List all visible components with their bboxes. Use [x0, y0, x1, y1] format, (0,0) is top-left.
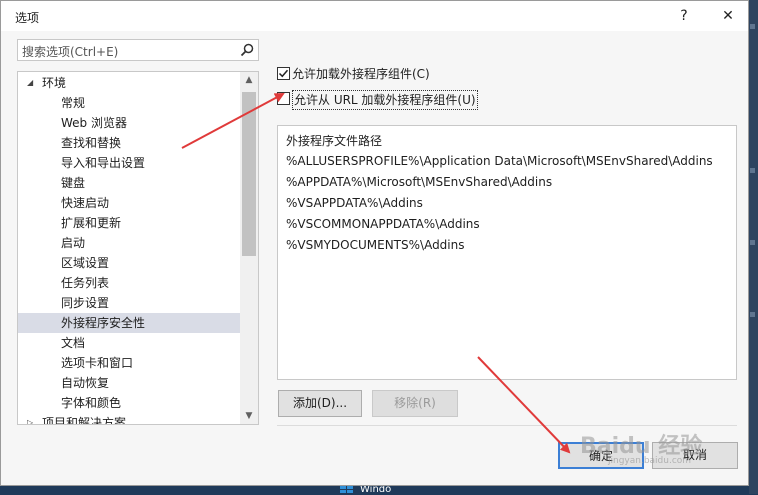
- remove-button[interactable]: 移除(R): [372, 390, 458, 417]
- options-dialog: 选项 ? ✕ 搜索选项(Ctrl+E) ◢ 环境 常规 Web 浏览器 查找和替…: [0, 0, 749, 486]
- allow-load-checkbox[interactable]: [277, 67, 290, 80]
- tree-item-quick-launch[interactable]: 快速启动: [18, 193, 240, 213]
- divider: [277, 425, 737, 426]
- options-tree: ◢ 环境 常规 Web 浏览器 查找和替换 导入和导出设置 键盘 快速启动 扩展…: [17, 71, 259, 425]
- list-item[interactable]: %VSMYDOCUMENTS%\Addins: [286, 238, 465, 252]
- tree-item-extensions[interactable]: 扩展和更新: [18, 213, 240, 233]
- list-item[interactable]: %VSAPPDATA%\Addins: [286, 196, 423, 210]
- tree-scrollbar[interactable]: ▲ ▼: [240, 72, 258, 424]
- scroll-thumb[interactable]: [242, 92, 256, 256]
- tree-item-keyboard[interactable]: 键盘: [18, 173, 240, 193]
- tree-item-addin-security[interactable]: 外接程序安全性: [18, 313, 240, 333]
- collapse-arrow-icon[interactable]: ▷: [27, 413, 33, 424]
- search-icon[interactable]: [240, 43, 254, 57]
- background-strip: [749, 0, 758, 494]
- tree-item-fonts-colors[interactable]: 字体和颜色: [18, 393, 240, 413]
- checkmark-icon: [278, 69, 289, 78]
- list-item[interactable]: %ALLUSERSPROFILE%\Application Data\Micro…: [286, 154, 713, 168]
- list-item[interactable]: %VSCOMMONAPPDATA%\Addins: [286, 217, 480, 231]
- scroll-down-icon[interactable]: ▼: [240, 408, 258, 424]
- addin-path-list[interactable]: 外接程序文件路径 %ALLUSERSPROFILE%\Application D…: [277, 125, 737, 380]
- tree-item-label: 环境: [42, 76, 67, 90]
- tree-item-startup[interactable]: 启动: [18, 233, 240, 253]
- tree-item-environment[interactable]: ◢ 环境: [18, 73, 240, 93]
- list-item[interactable]: %APPDATA%\Microsoft\MSEnvShared\Addins: [286, 175, 552, 189]
- baidu-watermark-url: jingyan.baidu.com: [608, 456, 692, 466]
- tree-item-label: 项目和解决方案: [42, 416, 127, 425]
- search-input[interactable]: 搜索选项(Ctrl+E): [17, 39, 259, 61]
- tree-item-autorecover[interactable]: 自动恢复: [18, 373, 240, 393]
- dialog-title: 选项: [15, 11, 40, 25]
- path-list-header: 外接程序文件路径: [286, 134, 383, 148]
- close-button[interactable]: ✕: [717, 6, 739, 26]
- windows-logo-icon: [340, 486, 354, 494]
- allow-url-label: 允许从 URL 加载外接程序组件(U): [292, 90, 478, 110]
- scroll-up-icon[interactable]: ▲: [240, 72, 258, 88]
- allow-url-checkbox[interactable]: [277, 92, 290, 105]
- tree-item-general[interactable]: 常规: [18, 93, 240, 113]
- search-placeholder: 搜索选项(Ctrl+E): [22, 45, 119, 59]
- tree-item-web-browser[interactable]: Web 浏览器: [18, 113, 240, 133]
- tree-item-import-export[interactable]: 导入和导出设置: [18, 153, 240, 173]
- allow-load-label: 允许加载外接程序组件(C): [292, 67, 430, 81]
- tree-item-projects[interactable]: ▷ 项目和解决方案: [18, 413, 240, 425]
- tree-item-task-list[interactable]: 任务列表: [18, 273, 240, 293]
- tree-item-tabs-windows[interactable]: 选项卡和窗口: [18, 353, 240, 373]
- add-button[interactable]: 添加(D)...: [278, 390, 362, 417]
- tree-item-sync[interactable]: 同步设置: [18, 293, 240, 313]
- expand-arrow-icon[interactable]: ◢: [27, 73, 33, 93]
- help-button[interactable]: ?: [673, 6, 695, 26]
- tree-item-find-replace[interactable]: 查找和替换: [18, 133, 240, 153]
- title-bar: 选项 ? ✕: [1, 1, 748, 31]
- tree-item-documents[interactable]: 文档: [18, 333, 240, 353]
- tree-item-regional[interactable]: 区域设置: [18, 253, 240, 273]
